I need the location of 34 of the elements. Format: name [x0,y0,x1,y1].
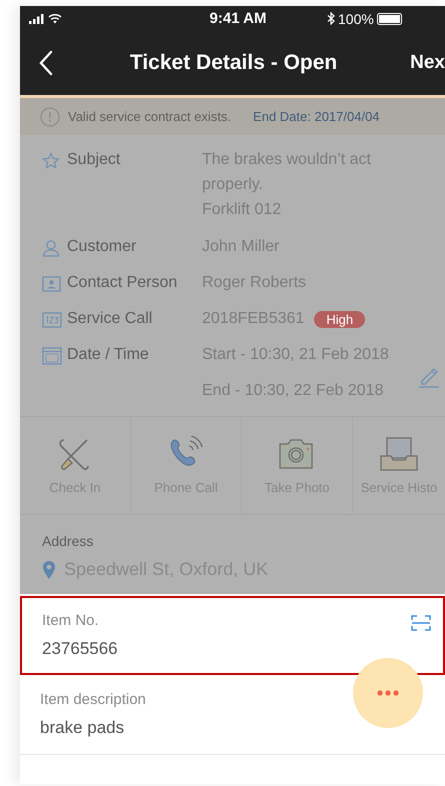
field-value: 23765566 [42,639,118,659]
clock-time: 9:41 AM [210,10,266,27]
address-label: Address [42,533,94,549]
field-label: Item No. [42,612,100,629]
field-label: Subject [67,151,120,169]
battery-icon [376,12,403,24]
priority-badge: High [314,310,366,328]
inbox-tray-icon [380,436,418,472]
number-pad-icon [42,311,62,329]
bluetooth-icon [327,12,335,25]
contact-card-icon [42,275,62,293]
field-value: brake pads [40,718,126,738]
field-label: Date / Time [67,346,149,364]
signal-icon [29,14,44,24]
more-icon [377,690,399,696]
location-pin-icon [42,560,56,580]
info-icon [40,106,60,126]
screen-title: Ticket Details - Open [128,51,338,75]
end-date: End Date: 2017/04/04 [253,109,380,124]
star-icon [42,152,62,170]
field-label: Service Call [67,310,152,328]
calendar-icon [42,347,62,365]
wifi-icon [48,13,62,24]
field-label: Contact Person [67,274,178,292]
back-icon[interactable] [39,50,53,76]
banner-message: Valid service contract exists. [68,109,232,124]
scan-icon[interactable] [411,614,431,632]
form-field[interactable]: Item No. 23765566 [20,596,445,675]
field-label: Item description [40,691,146,708]
person-icon [42,239,62,257]
field-label: Customer [67,238,136,256]
form-field[interactable]: Item description brake pads [20,675,445,755]
battery-percent: 100% [338,10,374,26]
next-button[interactable]: Nex [404,52,445,74]
